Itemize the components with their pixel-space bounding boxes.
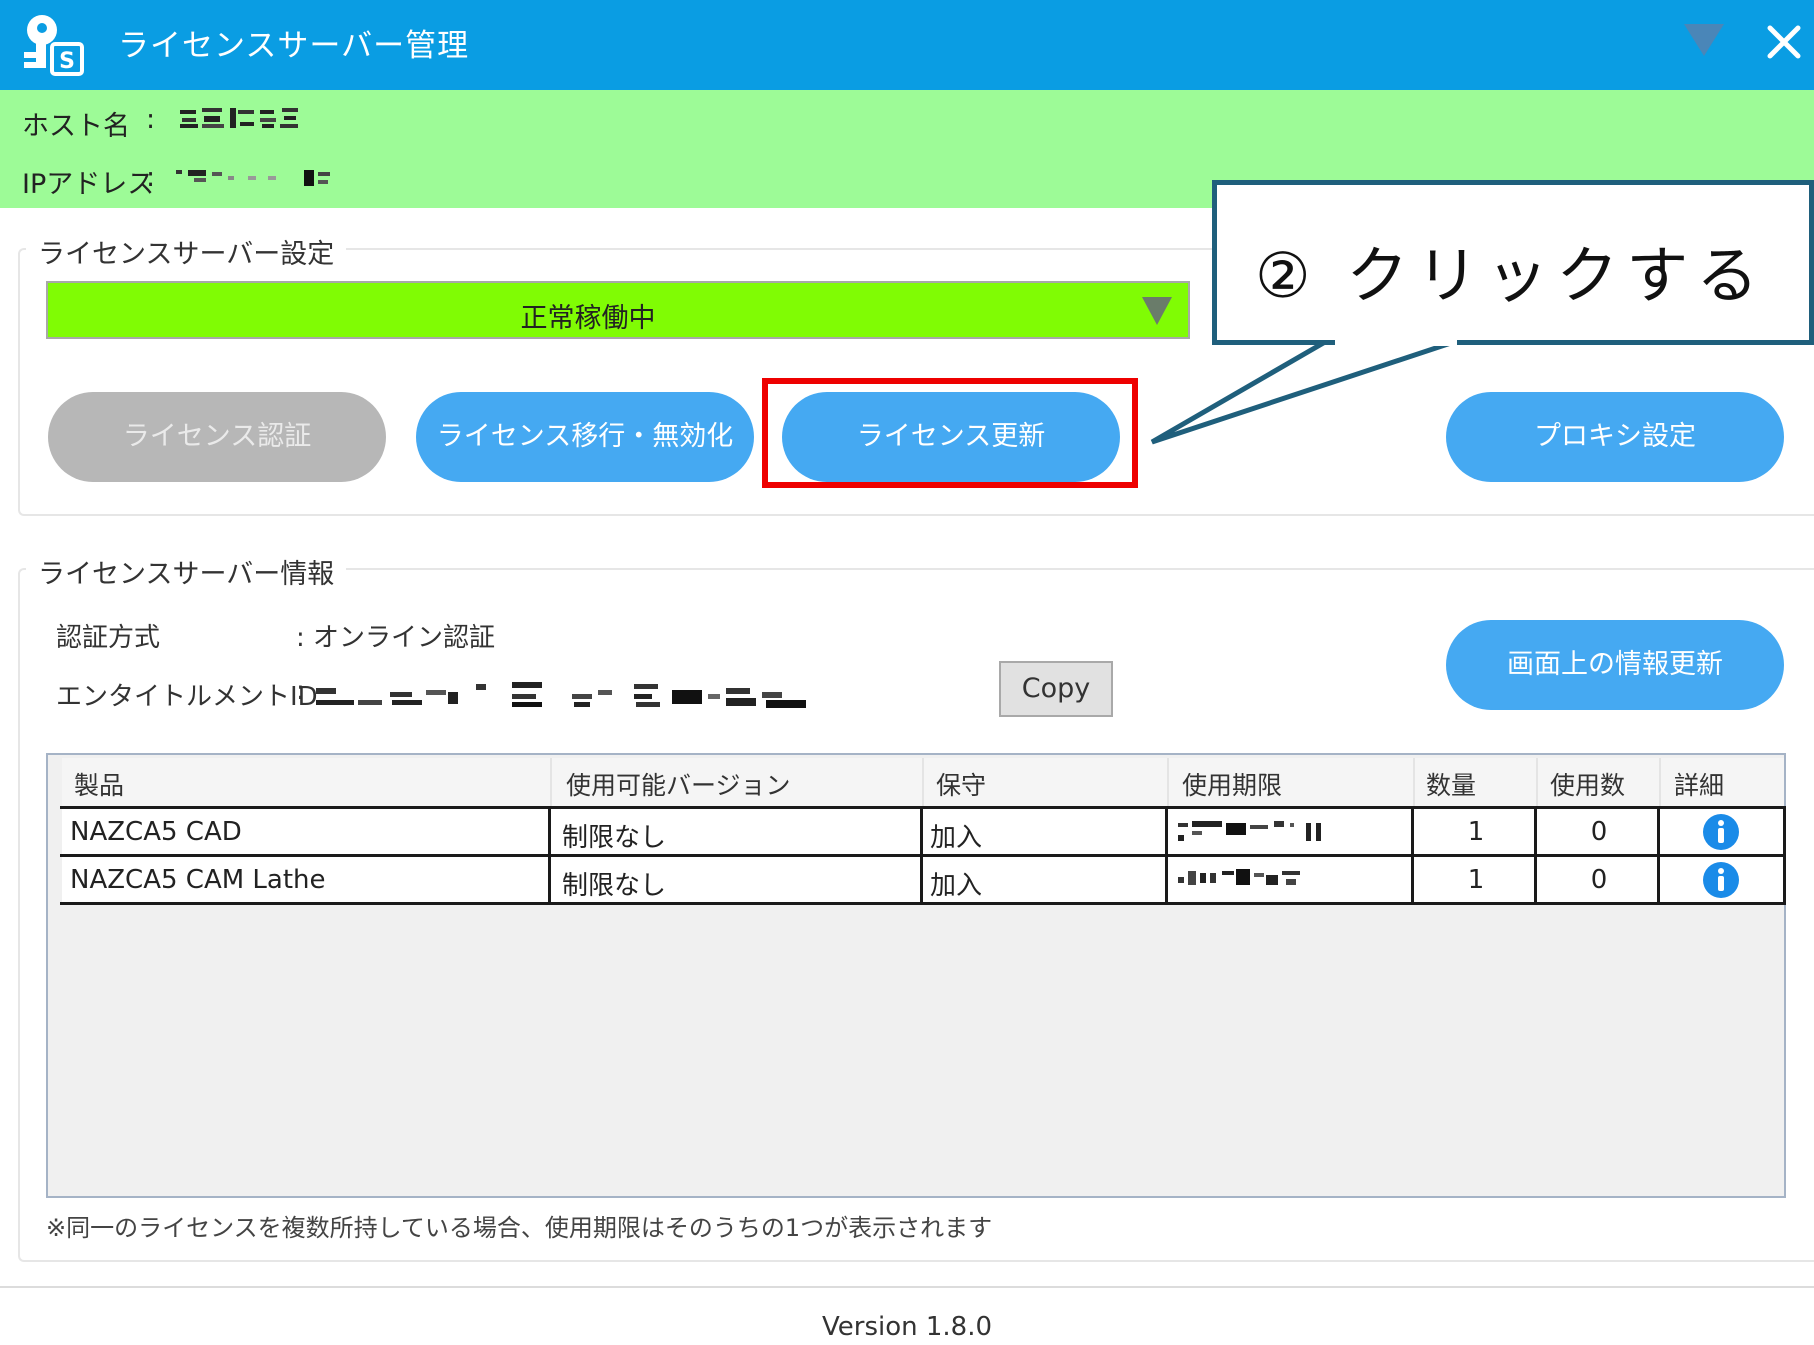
grid-line — [1165, 806, 1168, 905]
header-separator — [1167, 758, 1169, 806]
hostname-value-redacted — [180, 108, 298, 128]
hostname-label: ホスト名 — [22, 111, 130, 142]
status-text: 正常稼働中 — [520, 303, 656, 334]
highlight-box — [762, 378, 1138, 488]
header-separator — [1413, 758, 1415, 806]
copy-button[interactable]: Copy — [999, 661, 1113, 717]
svg-text:S: S — [59, 49, 75, 74]
auth-method-value: : オンライン認証 — [296, 623, 496, 653]
grid-line — [1657, 806, 1660, 905]
license-migrate-button[interactable]: ライセンス移行・無効化 — [416, 392, 754, 482]
entitlement-id-separator: : — [296, 676, 305, 706]
refresh-info-button[interactable]: 画面上の情報更新 — [1446, 620, 1784, 710]
header-separator — [1536, 758, 1538, 806]
grid-line — [1534, 806, 1537, 905]
grid-line — [920, 806, 923, 905]
grid-line — [548, 806, 551, 905]
table-header: 製品 使用可能バージョン 保守 使用期限 数量 使用数 詳細 — [62, 758, 1784, 806]
grid-line — [1411, 806, 1414, 905]
server-info-legend: ライセンスサーバー情報 — [26, 552, 347, 591]
cell-version: 制限なし — [562, 823, 667, 853]
cell-expiry-redacted — [1178, 869, 1300, 885]
ip-value-redacted — [176, 170, 330, 186]
ip-label: IPアドレス — [22, 169, 155, 200]
ip-separator: : — [146, 162, 156, 193]
license-certify-button[interactable]: ライセンス認証 — [48, 392, 386, 482]
grid-line — [1783, 806, 1786, 905]
cell-quantity: 1 — [1467, 865, 1485, 895]
cell-product: NAZCA5 CAD — [70, 817, 242, 847]
cell-version: 制限なし — [562, 871, 667, 901]
header-quantity: 数量 — [1426, 771, 1477, 800]
header-separator — [550, 758, 552, 806]
cell-expiry-redacted — [1178, 821, 1321, 841]
callout-text: ② クリックする — [1255, 239, 1767, 312]
info-icon[interactable] — [1702, 861, 1740, 899]
table-row[interactable]: NAZCA5 CAM Lathe 制限なし 加入 1 0 — [62, 857, 1784, 904]
callout-box: ② クリックする — [1212, 180, 1814, 345]
header-version: 使用可能バージョン — [566, 771, 791, 800]
cell-product: NAZCA5 CAM Lathe — [70, 865, 326, 895]
header-used: 使用数 — [1550, 771, 1626, 800]
callout-join — [1335, 334, 1457, 346]
hostname-separator: : — [146, 104, 156, 135]
table-row[interactable]: NAZCA5 CAD 制限なし 加入 1 0 — [62, 809, 1784, 856]
footer-divider — [0, 1286, 1814, 1288]
key-s-icon: S — [24, 15, 84, 76]
cell-used: 0 — [1590, 865, 1608, 895]
cell-used: 0 — [1590, 817, 1608, 847]
grid-line — [60, 806, 1786, 809]
status-dropdown[interactable]: 正常稼働中 — [46, 281, 1190, 339]
header-details: 詳細 — [1674, 771, 1725, 800]
header-separator — [922, 758, 924, 806]
header-separator — [1659, 758, 1661, 806]
note-text: ※同一のライセンスを複数所持している場合、使用期限はそのうちの1つが表示されます — [46, 1214, 993, 1242]
cell-quantity: 1 — [1467, 817, 1485, 847]
header-maintenance: 保守 — [936, 771, 987, 800]
entitlement-id-redacted — [316, 682, 806, 708]
entitlement-id-label: エンタイトルメントID — [56, 682, 318, 712]
auth-method-label: 認証方式 — [56, 623, 161, 653]
window-title: ライセンスサーバー管理 — [118, 28, 470, 64]
triangle-down-icon[interactable] — [1680, 20, 1728, 60]
grid-line — [60, 902, 1786, 905]
close-icon[interactable] — [1760, 18, 1808, 66]
header-product: 製品 — [74, 771, 125, 800]
grid-line — [60, 854, 1786, 857]
cell-maintenance: 加入 — [930, 823, 983, 853]
cell-maintenance: 加入 — [930, 871, 983, 901]
info-icon[interactable] — [1702, 813, 1740, 851]
version-label: Version 1.8.0 — [821, 1312, 993, 1342]
header-expiry: 使用期限 — [1182, 771, 1283, 800]
server-settings-legend: ライセンスサーバー設定 — [26, 232, 347, 271]
